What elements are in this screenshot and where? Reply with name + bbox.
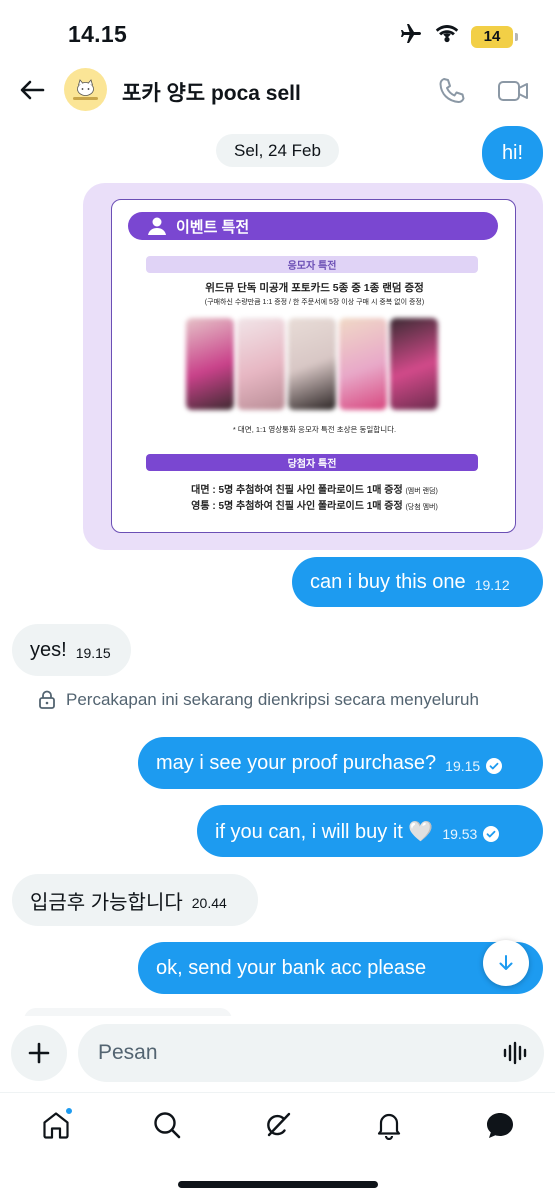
home-indicator	[178, 1181, 378, 1188]
tab-home[interactable]	[36, 1107, 76, 1143]
poster-prize: 대면 : 5명 추첨하여 친필 사인 폴라로이드 1매 증정 (멤버 랜덤)	[191, 485, 438, 496]
grok-icon	[267, 1112, 291, 1137]
poster-text: 위드뮤 단독 미공개 포토카드 5종 중 1종 랜덤 증정	[205, 282, 424, 294]
bottom-tab-bar	[0, 1092, 555, 1200]
status-bar: 14.15 14	[0, 0, 555, 62]
poster-section-header: 응모자 특전	[146, 256, 478, 273]
photocard-image	[339, 318, 387, 410]
message-text: can i buy this one	[310, 570, 466, 593]
date-separator: Sel, 24 Feb	[216, 134, 339, 167]
photocard-image	[288, 318, 336, 410]
audio-waveform-icon	[503, 1041, 527, 1065]
chat-title[interactable]: 포카 양도 poca sell	[122, 77, 301, 107]
back-arrow-icon	[20, 80, 45, 100]
message-text: hi!	[501, 141, 524, 164]
airplane-icon	[399, 22, 423, 51]
message-bubble-outgoing[interactable]: hi!	[482, 126, 543, 180]
photocard-image	[237, 318, 285, 410]
person-icon	[148, 217, 166, 235]
photocard-image	[186, 318, 234, 410]
message-time: 19.12	[474, 577, 510, 593]
message-text: ok, send your bank acc please	[156, 956, 427, 979]
message-text: if you can, i will buy it 🤍	[215, 820, 434, 843]
message-time: 20.44	[191, 895, 227, 911]
wifi-icon	[435, 24, 459, 49]
cat-logo-icon	[73, 79, 98, 100]
poster-text: (구매하신 수량만큼 1:1 증정 / 한 주문서에 5장 이상 구매 시 중복…	[204, 299, 425, 306]
status-icons: 14	[399, 22, 518, 51]
encryption-notice: Percakapan ini sekarang dienkripsi secar…	[38, 690, 479, 710]
search-icon	[154, 1112, 181, 1139]
status-time: 14.15	[68, 21, 128, 47]
encryption-text: Percakapan ini sekarang dienkripsi secar…	[66, 690, 479, 709]
read-receipt-icon	[483, 826, 500, 842]
bell-icon	[377, 1113, 401, 1140]
tab-search[interactable]	[147, 1107, 187, 1143]
battery-icon: 14	[471, 25, 518, 48]
phone-icon	[439, 78, 465, 103]
tab-messages[interactable]	[480, 1107, 520, 1143]
poster-banner-text: 이벤트 특전	[176, 218, 250, 236]
poster-prize: 영통 : 5명 추첨하여 친필 사인 폴라로이드 1매 증정 (당첨 멤버)	[191, 501, 438, 512]
tab-grok[interactable]	[258, 1107, 298, 1143]
message-time: 19.15	[445, 758, 481, 774]
poster-banner: 이벤트 특전	[128, 212, 498, 240]
messages-icon	[487, 1113, 513, 1138]
lock-icon	[39, 690, 55, 709]
message-bubble-outgoing[interactable]: if you can, i will buy it 🤍 19.53	[197, 805, 543, 857]
scroll-to-bottom-button[interactable]	[483, 940, 529, 986]
event-poster: 이벤트 특전 응모자 특전 위드뮤 단독 미공개 포토카드 5종 중 1종 랜덤…	[111, 199, 516, 533]
video-call-button[interactable]	[496, 74, 530, 108]
message-text: may i see your proof purchase?	[156, 751, 437, 774]
notification-dot	[65, 1107, 73, 1115]
call-button[interactable]	[434, 74, 468, 108]
poster-section-header: 당첨자 특전	[146, 454, 478, 471]
photocard-image	[390, 318, 438, 410]
back-button[interactable]	[14, 72, 50, 108]
video-icon	[498, 81, 528, 101]
poster-note: * 대면, 1:1 영상통화 응모자 특전 초상은 동일합니다.	[232, 425, 397, 434]
message-time: 19.15	[75, 645, 111, 661]
message-bubble-outgoing[interactable]: may i see your proof purchase? 19.15	[138, 737, 543, 789]
message-bubble-outgoing[interactable]: can i buy this one 19.12	[292, 557, 543, 607]
message-image-card[interactable]: 이벤트 특전 응모자 특전 위드뮤 단독 미공개 포토카드 5종 중 1종 랜덤…	[83, 183, 543, 550]
message-bubble-incoming[interactable]: yes! 19.15	[12, 624, 131, 676]
message-bubble-incoming[interactable]: 입금후 가능합니다 20.44	[12, 874, 258, 926]
tab-notifications[interactable]	[369, 1107, 409, 1143]
voice-message-button[interactable]	[502, 1040, 528, 1066]
message-bubble-outgoing[interactable]: ok, send your bank acc please	[138, 942, 543, 994]
arrow-down-icon	[499, 955, 513, 970]
read-receipt-icon	[486, 758, 503, 774]
attach-button[interactable]	[11, 1025, 67, 1081]
message-text: 입금후 가능합니다	[30, 891, 183, 914]
message-input[interactable]	[78, 1024, 544, 1082]
message-text: yes!	[30, 638, 67, 661]
message-composer	[0, 1016, 555, 1092]
avatar[interactable]	[64, 68, 107, 111]
chat-header: 포카 양도 poca sell	[0, 62, 555, 118]
plus-icon	[28, 1042, 50, 1064]
message-time: 19.53	[442, 826, 478, 842]
